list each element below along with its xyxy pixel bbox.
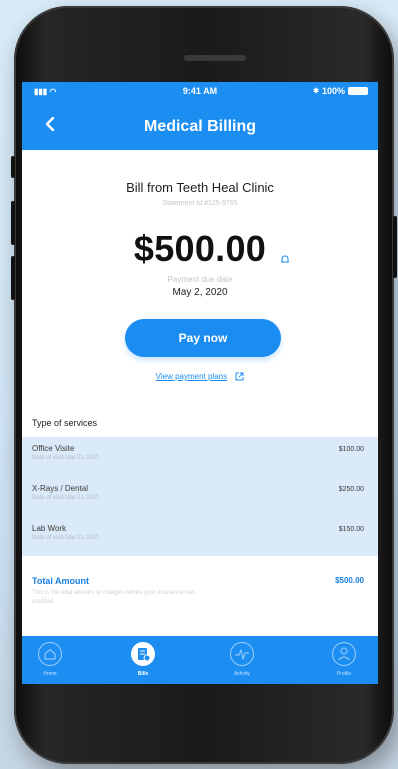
payment-plans-label: View payment plans [155,372,228,381]
tab-label: Home [43,671,57,677]
service-name: Lab Work [32,524,67,533]
power-button [393,216,397,278]
service-name: X-Rays / Dental [32,484,89,493]
bluetooth-icon: ✱ [313,88,319,95]
service-row[interactable]: Lab Work Date of visit Mar 21,2020 $150.… [22,517,378,553]
earpiece-speaker [184,55,246,61]
phone-chin [14,684,394,730]
pay-now-button[interactable]: Pay now [125,319,281,357]
tab-label: Profile [336,671,352,677]
service-date: Date of visit Mar 21,2020 [32,455,99,461]
tab-bills[interactable]: Bills [118,641,168,681]
service-date: Date of visit Mar 21,2020 [32,535,99,541]
tab-bar: Home Bills Activity Profile [22,636,378,684]
service-price: $150.00 [338,526,364,533]
volume-up-button [11,201,15,245]
volume-down-button [11,256,15,300]
tab-home[interactable]: Home [25,641,75,681]
mute-switch [11,156,15,178]
battery-percent: 100% [321,86,345,96]
profile-icon [331,641,357,667]
page-title: Medical Billing [143,118,256,135]
service-name: Office Visite [32,444,75,453]
bell-icon[interactable] [281,255,289,264]
bill-amount: $500.00 [133,228,267,269]
battery-icon [348,87,368,95]
bill-provider: Bill from Teeth Heal Clinic [126,180,274,195]
total-note: This is the total amount of charges befo… [32,590,195,605]
services-list: Office Visite Date of visit Mar 21,2020 … [22,437,378,556]
app-screen: ▮▮▮ ◠ 9:41 AM ✱ 100% Medical Billing Bil… [22,82,378,684]
total-label: Total Amount [32,576,89,586]
service-price: $100.00 [338,446,364,453]
amount-row: $500.00 [22,228,378,270]
tab-profile[interactable]: Profile [319,641,369,681]
tab-activity[interactable]: Activity [217,641,267,681]
statement-id: Statement Id #125-9765 [162,200,238,207]
services-title: Type of services [32,418,98,428]
home-icon [37,641,63,667]
service-price: $250.00 [338,486,364,493]
status-bar: ▮▮▮ ◠ 9:41 AM ✱ 100% [22,85,378,99]
tab-label: Activity [234,671,250,677]
app-header: ▮▮▮ ◠ 9:41 AM ✱ 100% Medical Billing [22,82,378,150]
external-link-icon [235,372,244,381]
due-date-label: Payment due date [167,275,233,284]
tab-label: Bills [137,671,149,677]
view-payment-plans-link[interactable]: View payment plans [22,372,378,381]
due-date: May 2, 2020 [172,287,228,298]
battery-status: ✱ 100% [313,86,368,96]
service-date: Date of visit Mar 21,2020 [32,495,99,501]
service-row[interactable]: X-Rays / Dental Date of visit Mar 21,202… [22,477,378,513]
activity-icon [229,641,255,667]
bills-icon [131,642,155,666]
service-row[interactable]: Office Visite Date of visit Mar 21,2020 … [22,437,378,473]
total-amount: $500.00 [335,576,364,585]
